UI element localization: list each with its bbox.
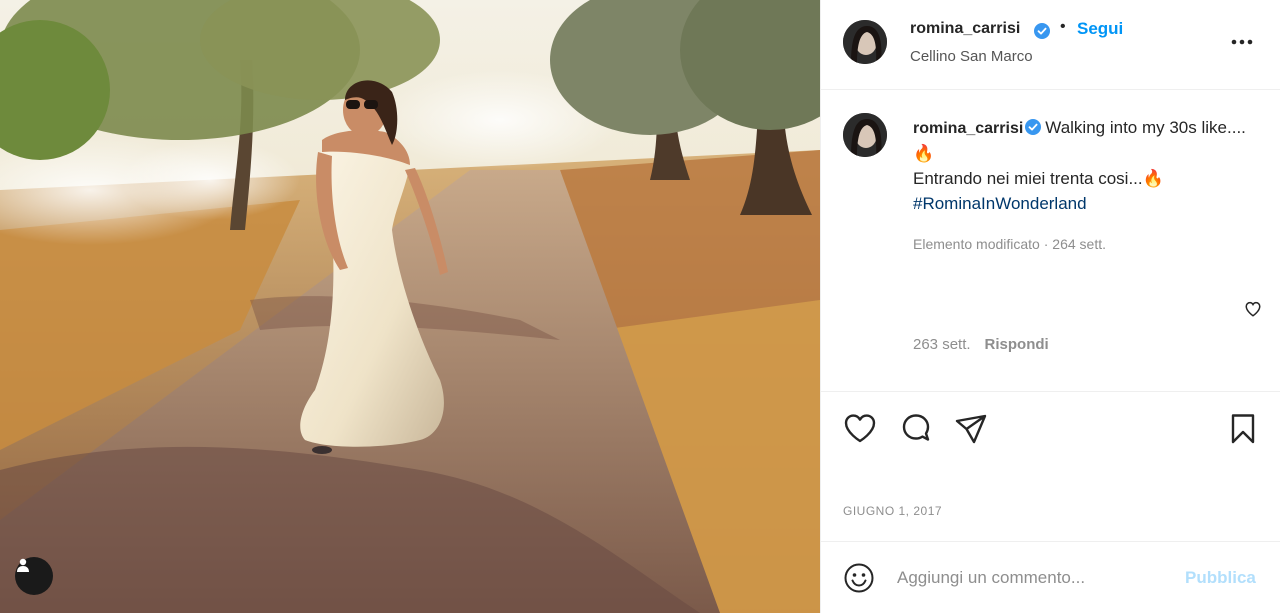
caption-avatar[interactable] [843, 113, 887, 157]
heart-icon[interactable] [843, 412, 877, 446]
avatar-image [843, 113, 887, 157]
reply-button[interactable]: Rispondi [985, 336, 1049, 353]
caption-line-2: Entrando nei miei trenta cosi...🔥 [913, 169, 1164, 188]
comment-age: 263 sett. [913, 336, 971, 353]
user-tag-icon [17, 558, 29, 572]
publish-button[interactable]: Pubblica [1185, 568, 1256, 588]
edited-timestamp: Elemento modificato · 264 sett. [913, 236, 1106, 252]
post-author-username[interactable]: romina_carrisi [910, 20, 1020, 38]
verified-badge-icon [1025, 119, 1042, 135]
post-location[interactable]: Cellino San Marco [910, 48, 1033, 65]
post-sidebar: romina_carrisi • Segui Cellino San Marco… [820, 0, 1280, 613]
comment-input[interactable] [897, 564, 1177, 592]
avatar[interactable] [843, 20, 887, 64]
hashtag-link[interactable]: #RominaInWonderland [913, 194, 1087, 213]
avatar-image [843, 20, 887, 64]
bookmark-icon[interactable] [1226, 412, 1260, 446]
comment-icon[interactable] [899, 412, 933, 446]
more-options-icon[interactable] [1229, 30, 1255, 54]
action-bar: GIUGNO 1, 2017 [821, 391, 1280, 541]
user-tag-button[interactable] [15, 557, 53, 595]
post-header: romina_carrisi • Segui Cellino San Marco [821, 0, 1280, 90]
emoji-icon[interactable] [843, 562, 875, 594]
separator-dot: • [1060, 18, 1066, 35]
add-comment-bar: Pubblica [821, 541, 1280, 613]
follow-button[interactable]: Segui [1077, 19, 1123, 39]
caption-username[interactable]: romina_carrisi [913, 120, 1023, 137]
post-photo [0, 0, 820, 613]
caption-text: romina_carrisi Walking into my 30s like..… [913, 115, 1263, 216]
verified-badge-icon [1034, 23, 1050, 39]
caption-section: romina_carrisi Walking into my 30s like..… [821, 91, 1280, 391]
post-date[interactable]: GIUGNO 1, 2017 [843, 504, 942, 518]
comment-heart-icon[interactable] [1244, 300, 1262, 318]
comment-meta: 263 sett. Rispondi [913, 336, 1049, 353]
share-icon[interactable] [954, 412, 988, 446]
post-image [0, 0, 820, 613]
